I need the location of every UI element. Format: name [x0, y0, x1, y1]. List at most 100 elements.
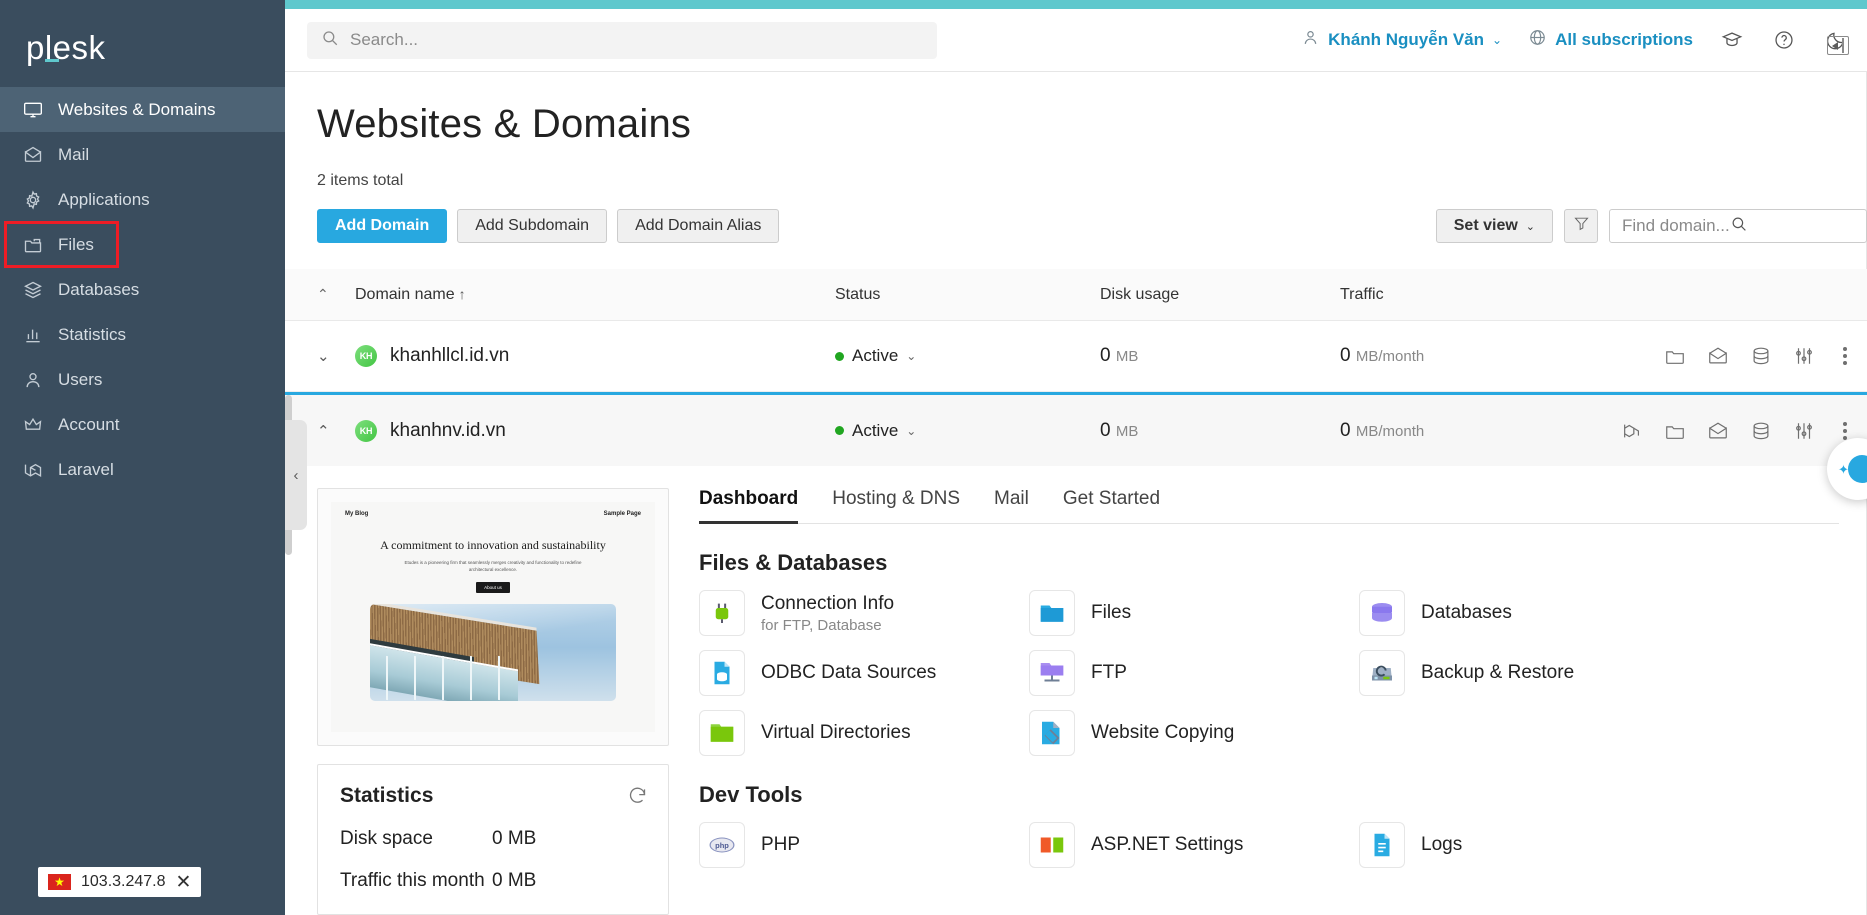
tile-backup-restore[interactable]: Backup & Restore: [1359, 650, 1839, 696]
toolbar-right: Set view ⌄ Find domain...: [1436, 209, 1867, 243]
set-view-button[interactable]: Set view ⌄: [1436, 209, 1553, 243]
find-domain-input[interactable]: Find domain...: [1609, 209, 1867, 243]
tile-website-copying[interactable]: Website Copying: [1029, 710, 1359, 756]
envelope-icon[interactable]: [1706, 419, 1730, 443]
tile-logs[interactable]: Logs: [1359, 822, 1839, 868]
kebab-icon[interactable]: [1835, 422, 1847, 440]
sidebar-item-databases[interactable]: Databases: [0, 267, 285, 312]
ftp-folder-icon: [1029, 650, 1075, 696]
domain-name[interactable]: khanhnv.id.vn: [390, 420, 506, 442]
tab-dashboard[interactable]: Dashboard: [699, 488, 798, 523]
graduation-cap-icon[interactable]: [1719, 27, 1745, 53]
tile-label: Connection Info: [761, 593, 894, 615]
site-preview-card[interactable]: My Blog Sample Page A commitment to inno…: [317, 488, 669, 746]
sidebar-item-label: Databases: [58, 280, 139, 300]
column-status: Status: [835, 286, 1100, 304]
stat-label: Traffic this month: [340, 870, 492, 892]
sidebar-item-label: Account: [58, 415, 119, 435]
tab-mail[interactable]: Mail: [994, 488, 1029, 523]
user-menu[interactable]: Khánh Nguyễn Văn ⌄: [1301, 28, 1502, 52]
tab-get-started[interactable]: Get Started: [1063, 488, 1160, 523]
envelope-icon[interactable]: [1706, 344, 1730, 368]
preview-nav-link: Sample Page: [604, 511, 641, 517]
tile-databases[interactable]: Databases: [1359, 590, 1839, 636]
row-expand-icon[interactable]: ⌄: [317, 347, 355, 365]
tile-aspnet-settings[interactable]: ASP.NET Settings: [1029, 822, 1359, 868]
column-label: Domain name: [355, 286, 455, 303]
tile-label: PHP: [761, 834, 800, 856]
sidebar-item-users[interactable]: Users: [0, 357, 285, 402]
panel-collapse-icon[interactable]: [1827, 36, 1849, 55]
row-actions: [1663, 344, 1867, 368]
refresh-icon[interactable]: [627, 785, 648, 811]
tile-label: ASP.NET Settings: [1091, 834, 1243, 856]
blue-folder-icon: [1029, 590, 1075, 636]
sidebar-item-websites-domains[interactable]: Websites & Domains: [0, 87, 285, 132]
bar-chart-icon: [22, 324, 44, 346]
vietnam-flag-icon: [48, 874, 71, 890]
collapse-all-icon[interactable]: ⌃: [317, 286, 355, 303]
sidebar-item-applications[interactable]: Applications: [0, 177, 285, 222]
sidebar-item-account[interactable]: Account: [0, 402, 285, 447]
sidebar-item-laravel[interactable]: Laravel: [0, 447, 285, 492]
domain-name[interactable]: khanhllcl.id.vn: [390, 345, 509, 367]
sidebar-item-statistics[interactable]: Statistics: [0, 312, 285, 357]
status-label: Active: [852, 346, 898, 366]
tile-odbc-data-sources[interactable]: ODBC Data Sources: [699, 650, 1029, 696]
sidebar-collapse-handle[interactable]: ‹: [285, 420, 307, 530]
tile-php[interactable]: php PHP: [699, 822, 1029, 868]
stat-value: 0 MB: [492, 870, 536, 892]
topbar: Search... Khánh Nguyễn Văn ⌄ All subscri…: [285, 9, 1867, 72]
envelope-icon: [22, 144, 44, 166]
statistics-row: Traffic this month 0 MB: [340, 870, 646, 892]
status-badge[interactable]: Active ⌄: [835, 421, 1100, 441]
folder-icon[interactable]: [1663, 344, 1687, 368]
disk-usage-cell: 0 MB: [1100, 420, 1340, 442]
ip-address: 103.3.247.8: [81, 873, 166, 891]
tile-files[interactable]: Files: [1029, 590, 1359, 636]
add-domain-button[interactable]: Add Domain: [317, 209, 447, 243]
tile-ftp[interactable]: FTP: [1029, 650, 1359, 696]
help-circle-icon[interactable]: [1771, 27, 1797, 53]
chevron-down-icon: ⌄: [906, 349, 916, 363]
all-subscriptions-label: All subscriptions: [1555, 30, 1693, 50]
status-badge[interactable]: Active ⌄: [835, 346, 1100, 366]
kebab-icon[interactable]: [1835, 347, 1847, 365]
preview-site-title: My Blog: [345, 511, 368, 517]
close-icon[interactable]: ✕: [176, 873, 192, 892]
sidebar-item-mail[interactable]: Mail: [0, 132, 285, 177]
table-row[interactable]: ⌄ KH khanhllcl.id.vn Active ⌄ 0: [285, 321, 1867, 392]
tile-virtual-directories[interactable]: Virtual Directories: [699, 710, 1029, 756]
tab-hosting-dns[interactable]: Hosting & DNS: [832, 488, 960, 523]
sliders-icon[interactable]: [1792, 419, 1816, 443]
ip-badge[interactable]: 103.3.247.8 ✕: [38, 867, 201, 897]
table-row[interactable]: ⌃ KH khanhnv.id.vn Active ⌄ 0: [285, 392, 1867, 466]
sidebar-item-files[interactable]: Files: [0, 222, 285, 267]
tile-label: ODBC Data Sources: [761, 662, 936, 684]
database-icon[interactable]: [1749, 419, 1773, 443]
search-input[interactable]: Search...: [307, 22, 937, 59]
column-disk-usage: Disk usage: [1100, 286, 1340, 304]
sidebar-item-label: Mail: [58, 145, 89, 165]
sidebar-item-label: Users: [58, 370, 102, 390]
database-icon[interactable]: [1749, 344, 1773, 368]
section-title-dev-tools: Dev Tools: [699, 782, 1839, 808]
php-icon: php: [699, 822, 745, 868]
row-collapse-icon[interactable]: ⌃: [317, 422, 355, 440]
folder-icon[interactable]: [1663, 419, 1687, 443]
set-view-label: Set view: [1454, 217, 1518, 235]
column-domain-name[interactable]: Domain name↑: [355, 286, 835, 304]
sparkle-icon: ✦: [1838, 462, 1849, 478]
add-subdomain-button[interactable]: Add Subdomain: [457, 209, 607, 243]
tile-sublabel: for FTP, Database: [761, 617, 894, 634]
purple-database-icon: [1359, 590, 1405, 636]
statistics-card: Statistics Disk space 0 MB Traffic this …: [317, 764, 669, 915]
plesk-logo[interactable]: plesk: [0, 9, 285, 87]
all-subscriptions-link[interactable]: All subscriptions: [1528, 28, 1693, 52]
tile-connection-info[interactable]: Connection Info for FTP, Database: [699, 590, 1029, 636]
laravel-icon[interactable]: [1620, 419, 1644, 443]
add-domain-alias-button[interactable]: Add Domain Alias: [617, 209, 779, 243]
filter-button[interactable]: [1564, 209, 1598, 243]
sliders-icon[interactable]: [1792, 344, 1816, 368]
disk-usage-value: 0: [1100, 420, 1111, 441]
